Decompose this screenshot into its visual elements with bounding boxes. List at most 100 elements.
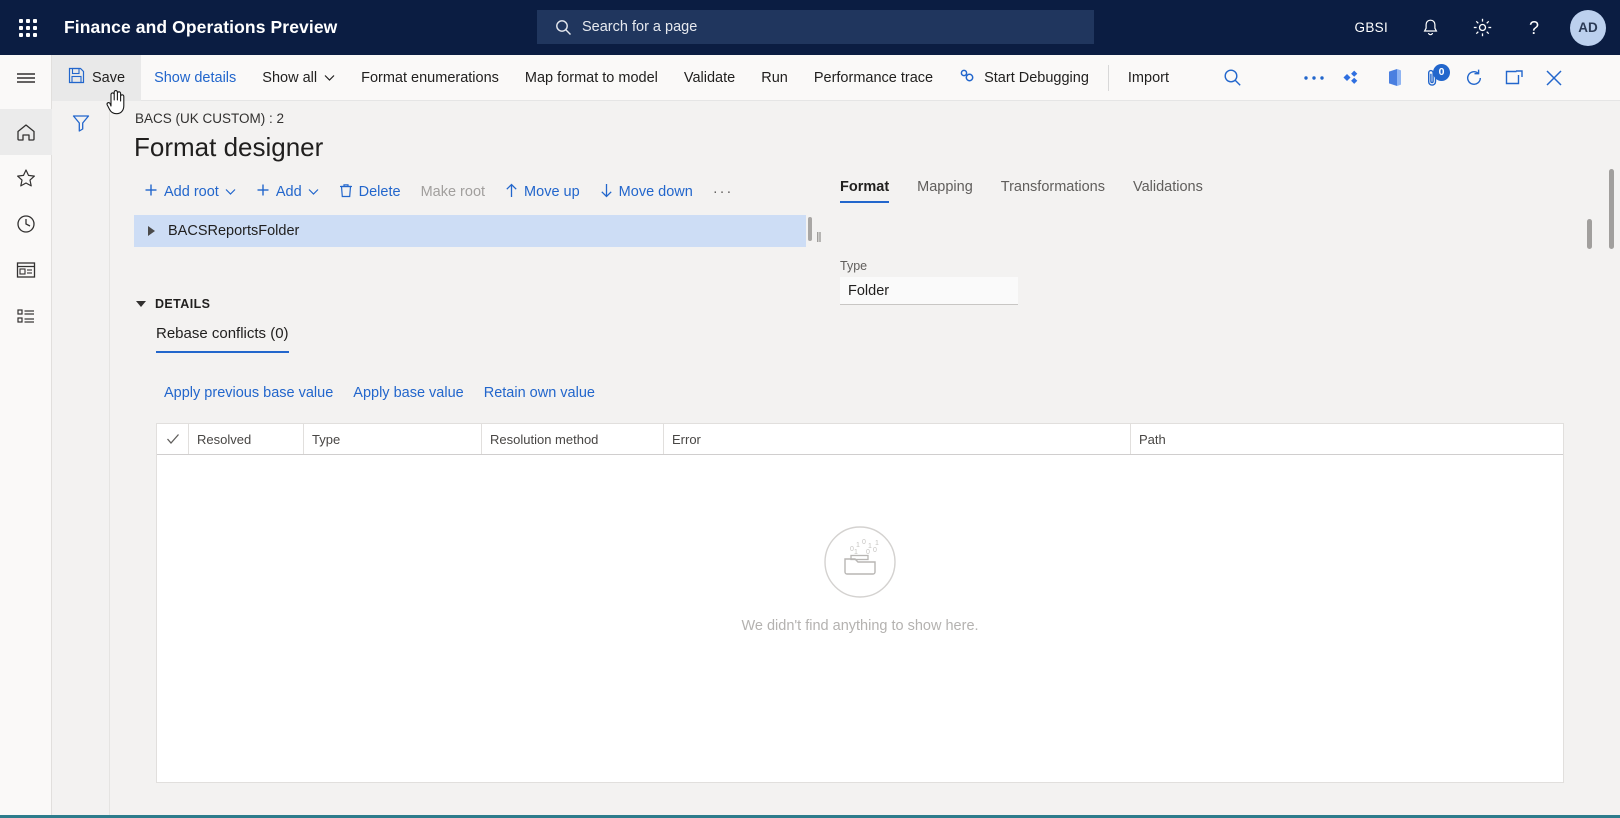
grid-header-row: Resolved Type Resolution method Error Pa… <box>157 424 1563 455</box>
retain-own-value-link[interactable]: Retain own value <box>474 385 605 401</box>
delete-button[interactable]: Delete <box>329 176 411 208</box>
toolbar-item-run[interactable]: Run <box>748 55 801 101</box>
global-search-placeholder: Search for a page <box>582 19 698 35</box>
global-search-box[interactable]: Search for a page <box>537 10 1094 44</box>
office-app-icon[interactable] <box>1374 55 1414 101</box>
panel-splitter-handle[interactable]: ‖ <box>816 229 822 245</box>
tab-mapping[interactable]: Mapping <box>903 179 987 203</box>
arrow-up-icon <box>505 183 518 202</box>
chevron-down-icon <box>308 184 319 200</box>
type-field[interactable] <box>840 277 1018 305</box>
chevron-down-icon <box>324 70 335 86</box>
toolbar-divider <box>1107 64 1109 91</box>
toolbar-item-format-enumerations[interactable]: Format enumerations <box>348 55 512 101</box>
save-label: Save <box>92 69 126 86</box>
toolbar-item-performance-trace[interactable]: Performance trace <box>801 55 946 101</box>
rebase-conflicts-grid: Resolved Type Resolution method Error Pa… <box>156 423 1564 783</box>
gear-icon[interactable] <box>1456 0 1508 55</box>
tree-toolbar-overflow-icon[interactable]: ··· <box>703 176 744 208</box>
move-down-button[interactable]: Move down <box>590 176 703 208</box>
apply-previous-base-value-link[interactable]: Apply previous base value <box>154 385 343 401</box>
app-launcher-icon[interactable] <box>0 0 56 55</box>
grid-column-type[interactable]: Type <box>304 424 482 454</box>
share-icon[interactable] <box>1334 55 1374 101</box>
filter-funnel-icon[interactable] <box>52 101 110 143</box>
grid-select-all-checkbox[interactable] <box>157 424 189 454</box>
sidebar-item-modules[interactable] <box>0 293 52 339</box>
tree-toolbar: Add root Add Delete Make root Move up Mo… <box>134 176 743 208</box>
rail-divider <box>0 101 51 109</box>
svg-text:0: 0 <box>862 539 866 546</box>
sidebar-item-workspaces[interactable] <box>0 247 52 293</box>
grid-empty-state: 010 101 01 We didn't find anything to sh… <box>157 455 1563 783</box>
chevron-down-icon <box>225 184 236 200</box>
toolbar-item-map-format-to-model[interactable]: Map format to model <box>512 55 671 101</box>
tab-rebase-conflicts[interactable]: Rebase conflicts (0) <box>156 325 289 353</box>
grid-column-resolved[interactable]: Resolved <box>189 424 304 454</box>
overflow-ellipsis-icon[interactable] <box>1294 55 1334 101</box>
move-up-label: Move up <box>524 184 580 200</box>
trash-icon <box>339 183 353 202</box>
tab-transformations[interactable]: Transformations <box>987 179 1119 203</box>
tab-validations[interactable]: Validations <box>1119 179 1217 203</box>
make-root-button[interactable]: Make root <box>411 176 495 208</box>
company-selector[interactable]: GBSI <box>1339 0 1404 55</box>
sidebar-item-home[interactable] <box>0 109 52 155</box>
tree-scrollbar[interactable] <box>807 212 813 246</box>
apply-base-value-link[interactable]: Apply base value <box>343 385 473 401</box>
grid-column-path[interactable]: Path <box>1131 424 1563 454</box>
toolbar-item-import[interactable]: Import <box>1115 55 1182 101</box>
details-section-header[interactable]: DETAILS <box>136 297 210 311</box>
move-down-label: Move down <box>618 184 693 200</box>
grid-empty-message: We didn't find anything to show here. <box>741 617 979 634</box>
breadcrumb: BACS (UK CUSTOM) : 2 <box>135 111 285 126</box>
plus-icon <box>144 183 158 201</box>
panel-vertical-scrollbar[interactable] <box>1587 219 1592 249</box>
plus-icon <box>256 183 270 201</box>
toolbar-item-validate[interactable]: Validate <box>671 55 748 101</box>
open-in-new-window-icon[interactable] <box>1494 55 1534 101</box>
move-up-button[interactable]: Move up <box>495 176 590 208</box>
tree-row-label: BACSReportsFolder <box>168 223 300 239</box>
svg-text:1: 1 <box>856 542 860 549</box>
page-vertical-scrollbar[interactable] <box>1609 169 1614 249</box>
chevron-collapse-icon <box>136 301 146 307</box>
grid-column-error[interactable]: Error <box>664 424 1131 454</box>
details-section-title: DETAILS <box>155 297 211 311</box>
format-properties-panel: Format Mapping Transformations Validatio… <box>826 179 1217 203</box>
empty-folder-icon: 010 101 01 <box>823 525 897 604</box>
question-mark-icon[interactable]: ? <box>1508 0 1560 55</box>
hamburger-icon[interactable] <box>0 55 52 101</box>
grid-column-resolution-method[interactable]: Resolution method <box>482 424 664 454</box>
refresh-icon[interactable] <box>1454 55 1494 101</box>
attachments-icon[interactable]: 0 <box>1414 55 1454 101</box>
toolbar-item-start-debugging[interactable]: Start Debugging <box>946 55 1102 101</box>
filter-strip <box>52 101 110 818</box>
properties-tabs: Format Mapping Transformations Validatio… <box>826 179 1217 203</box>
bell-icon[interactable] <box>1404 0 1456 55</box>
add-button[interactable]: Add <box>246 176 329 208</box>
toolbar-item-show-details[interactable]: Show details <box>141 55 249 101</box>
search-icon[interactable] <box>1212 55 1252 101</box>
avatar[interactable]: AD <box>1570 9 1606 46</box>
action-pane-toolbar: Save Show details Show all Format enumer… <box>52 54 1620 101</box>
toolbar-item-show-all[interactable]: Show all <box>249 55 348 101</box>
toolbar-show-all-label: Show all <box>262 69 318 86</box>
search-icon <box>555 19 572 36</box>
rebase-actions: Apply previous base value Apply base val… <box>154 385 605 401</box>
svg-text:0: 0 <box>866 549 870 556</box>
tab-format[interactable]: Format <box>826 179 903 203</box>
debug-gears-icon <box>959 68 977 88</box>
svg-text:1: 1 <box>854 549 858 556</box>
add-root-label: Add root <box>164 184 219 200</box>
save-button[interactable]: Save <box>52 54 142 101</box>
tree-row[interactable]: BACSReportsFolder <box>134 215 806 247</box>
close-icon[interactable] <box>1534 55 1574 101</box>
sidebar-item-recent[interactable] <box>0 201 52 247</box>
chevron-right-icon[interactable] <box>134 226 168 236</box>
page-content: BACS (UK CUSTOM) : 2 Format designer Add… <box>110 101 1620 818</box>
sidebar-item-favorites[interactable] <box>0 155 52 201</box>
add-label: Add <box>275 184 302 200</box>
save-disk-icon <box>68 67 85 88</box>
add-root-button[interactable]: Add root <box>134 176 246 208</box>
